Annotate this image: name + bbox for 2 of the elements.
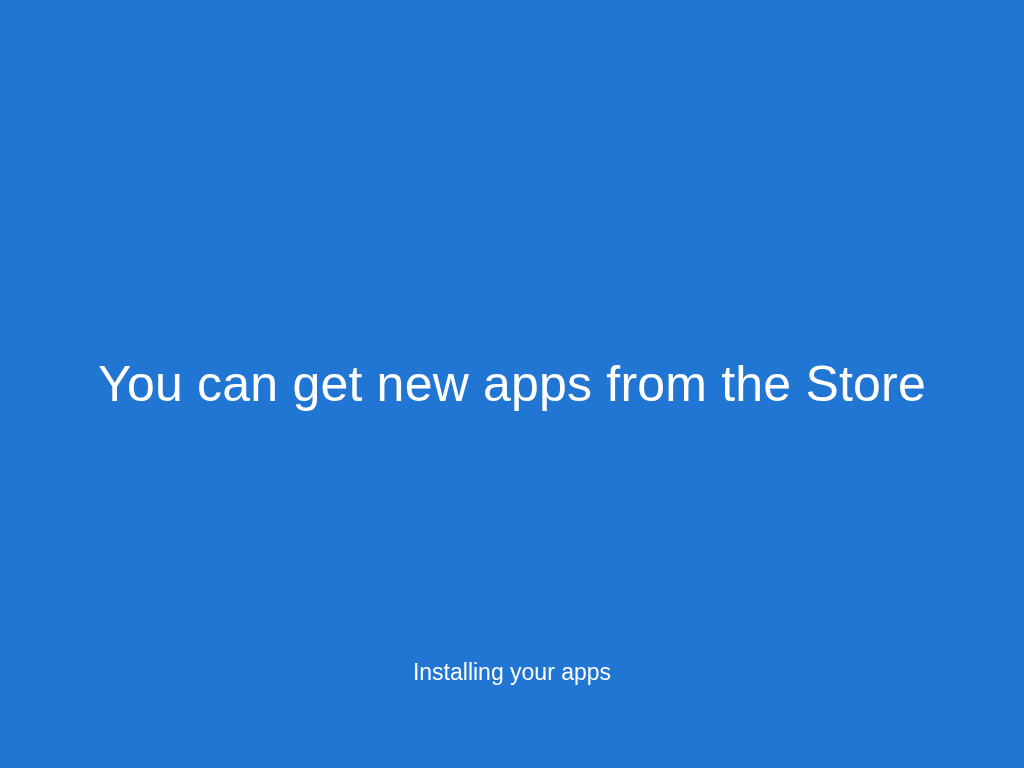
status-text: Installing your apps [412,659,612,685]
setup-headline: You can get new apps from the Store [98,355,926,413]
